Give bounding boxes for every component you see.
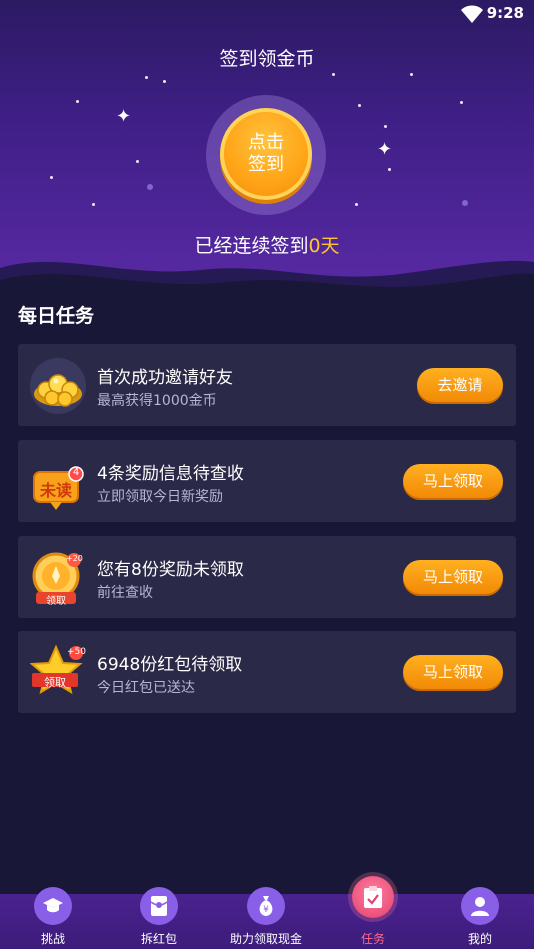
task-title: 您有8份奖励未领取 bbox=[97, 560, 244, 580]
star-dot bbox=[355, 203, 358, 206]
task-card-red-packets: 领取 +50 6948份红包待领取 今日红包已送达 马上领取 bbox=[18, 631, 516, 713]
task-title: 6948份红包待领取 bbox=[97, 655, 243, 675]
reward-icon-text: 领取 bbox=[46, 596, 66, 607]
star-dot bbox=[50, 176, 53, 179]
star-dot bbox=[462, 200, 468, 206]
checkin-label-line1: 点击 bbox=[248, 132, 284, 153]
user-icon bbox=[461, 887, 499, 925]
tab-assist-cash[interactable]: ¥ 助力领取现金 bbox=[213, 887, 319, 949]
daily-tasks-heading: 每日任务 bbox=[18, 305, 95, 327]
star-dot bbox=[147, 184, 153, 190]
tab-label: 任务 bbox=[360, 932, 385, 946]
star-dot bbox=[92, 203, 95, 206]
red-packet-star-icon: 领取 +50 bbox=[30, 645, 86, 701]
star-dot bbox=[384, 125, 387, 128]
checkin-button[interactable]: 点击 签到 bbox=[220, 108, 312, 200]
claim-now-button[interactable]: 马上领取 bbox=[403, 464, 503, 498]
tab-mine[interactable]: 我的 bbox=[427, 887, 533, 949]
star-dot bbox=[332, 73, 335, 76]
star-dot bbox=[76, 100, 79, 103]
wifi-icon bbox=[461, 5, 483, 23]
star-dot bbox=[163, 80, 166, 83]
graduation-cap-icon bbox=[34, 887, 72, 925]
star-dot bbox=[145, 76, 148, 79]
star-dot bbox=[358, 104, 361, 107]
task-card-unread: 未读 4 4条奖励信息待查收 立即领取今日新奖励 马上领取 bbox=[18, 440, 516, 522]
task-subtitle: 今日红包已送达 bbox=[97, 680, 195, 696]
tab-label: 挑战 bbox=[40, 932, 65, 946]
star-dot bbox=[388, 168, 391, 171]
reward-medal-icon: 领取 +20 bbox=[30, 550, 86, 607]
task-title: 首次成功邀请好友 bbox=[97, 368, 233, 388]
page-title: 签到领金币 bbox=[219, 48, 315, 70]
star-dot bbox=[410, 73, 413, 76]
checkin-label-line2: 签到 bbox=[248, 154, 284, 175]
sparkle-icon: ✦ bbox=[116, 106, 132, 127]
task-card-rewards: 领取 +20 您有8份奖励未领取 前往查收 马上领取 bbox=[18, 536, 516, 618]
red-envelope-icon bbox=[140, 887, 178, 925]
status-time: 9:28 bbox=[486, 4, 524, 22]
status-bar: 9:28 bbox=[0, 0, 534, 28]
star-dot bbox=[136, 160, 139, 163]
tab-red-envelope[interactable]: 拆红包 bbox=[106, 887, 212, 949]
red-packet-badge-text: +50 bbox=[67, 647, 86, 657]
unread-icon-text: 未读 bbox=[39, 481, 72, 500]
task-subtitle: 前往查收 bbox=[97, 585, 153, 601]
svg-text:¥: ¥ bbox=[263, 905, 269, 915]
reward-badge-text: +20 bbox=[66, 554, 83, 563]
task-title: 4条奖励信息待查收 bbox=[97, 464, 244, 484]
task-card-invite: 首次成功邀请好友 最高获得1000金币 去邀请 bbox=[18, 344, 516, 426]
red-packet-icon-text: 领取 bbox=[44, 676, 66, 689]
tab-label: 拆红包 bbox=[140, 932, 177, 946]
unread-badge-count: 4 bbox=[72, 467, 80, 478]
money-bag-icon: ¥ bbox=[247, 887, 285, 925]
streak-count: 0天 bbox=[308, 235, 340, 257]
task-subtitle: 立即领取今日新奖励 bbox=[97, 489, 223, 505]
unread-badge-icon: 未读 4 bbox=[30, 454, 86, 510]
checkin-streak: 已经连续签到0天 bbox=[0, 231, 534, 258]
sparkle-icon: ✦ bbox=[377, 139, 393, 160]
tab-label: 助力领取现金 bbox=[229, 932, 302, 946]
claim-now-button[interactable]: 马上领取 bbox=[403, 655, 503, 689]
tab-label: 我的 bbox=[467, 932, 492, 946]
star-dot bbox=[460, 101, 463, 104]
tab-tasks[interactable]: 任务 bbox=[320, 876, 426, 949]
streak-prefix: 已经连续签到 bbox=[194, 235, 309, 257]
clipboard-check-icon bbox=[352, 876, 394, 918]
task-subtitle: 最高获得1000金币 bbox=[97, 393, 217, 409]
tab-challenge[interactable]: 挑战 bbox=[0, 887, 106, 949]
bottom-tab-bar: 挑战 拆红包 ¥ 助力领取现金 任务 我的 bbox=[0, 876, 534, 949]
gold-coins-icon bbox=[30, 358, 86, 414]
claim-now-button[interactable]: 马上领取 bbox=[403, 560, 503, 594]
invite-button[interactable]: 去邀请 bbox=[417, 368, 503, 402]
